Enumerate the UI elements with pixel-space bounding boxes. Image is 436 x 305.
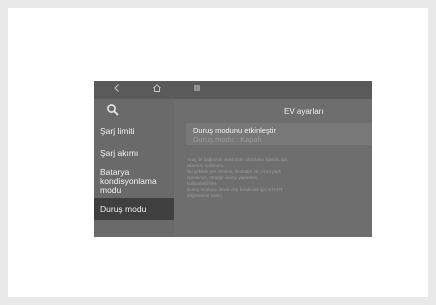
back-icon[interactable] [110,83,124,98]
page-title: EV ayarları [284,107,324,116]
sidebar-item-label: Duruş modu [100,204,147,214]
sidebar-item-sarj-limiti[interactable]: Şarj limiti [94,127,174,141]
chevron-left-icon [114,84,119,92]
top-bar [94,81,372,99]
description-line: düğmesine basın. [187,193,224,198]
menu-icon[interactable] [190,83,204,98]
option-title: Duruş modunu etkinleştir [193,126,276,135]
search-icon[interactable] [106,103,120,117]
page-background: Şarj limiti Şarj akımı Batarya kondisyon… [8,8,428,297]
main-content: Duruş modunu etkinleştir Duruş modu : Ka… [186,123,372,237]
ev-settings-screen: Şarj limiti Şarj akımı Batarya kondisyon… [94,81,372,237]
sidebar-item-durus-modu[interactable]: Duruş modu [94,198,174,220]
home-icon[interactable] [150,83,164,98]
description-text: Araç ile bağlantılı elektronik cihazları… [187,157,365,199]
sidebar-item-label: Şarj limiti [100,126,135,136]
sidebar-item-sarj-akimi[interactable]: Şarj akımı [94,149,174,163]
sidebar-item-batarya-kondisyonlama[interactable]: Batarya kondisyonlama modu [94,168,174,198]
durus-modu-toggle-option[interactable]: Duruş modunu etkinleştir Duruş modu : Ka… [186,123,372,145]
sidebar-item-label: Batarya kondisyonlama modu [100,167,157,195]
sidebar: Şarj limiti Şarj akımı Batarya kondisyon… [94,99,174,237]
option-status: Duruş modu : Kapalı [193,135,262,144]
sidebar-item-label: Şarj akımı [100,148,139,158]
